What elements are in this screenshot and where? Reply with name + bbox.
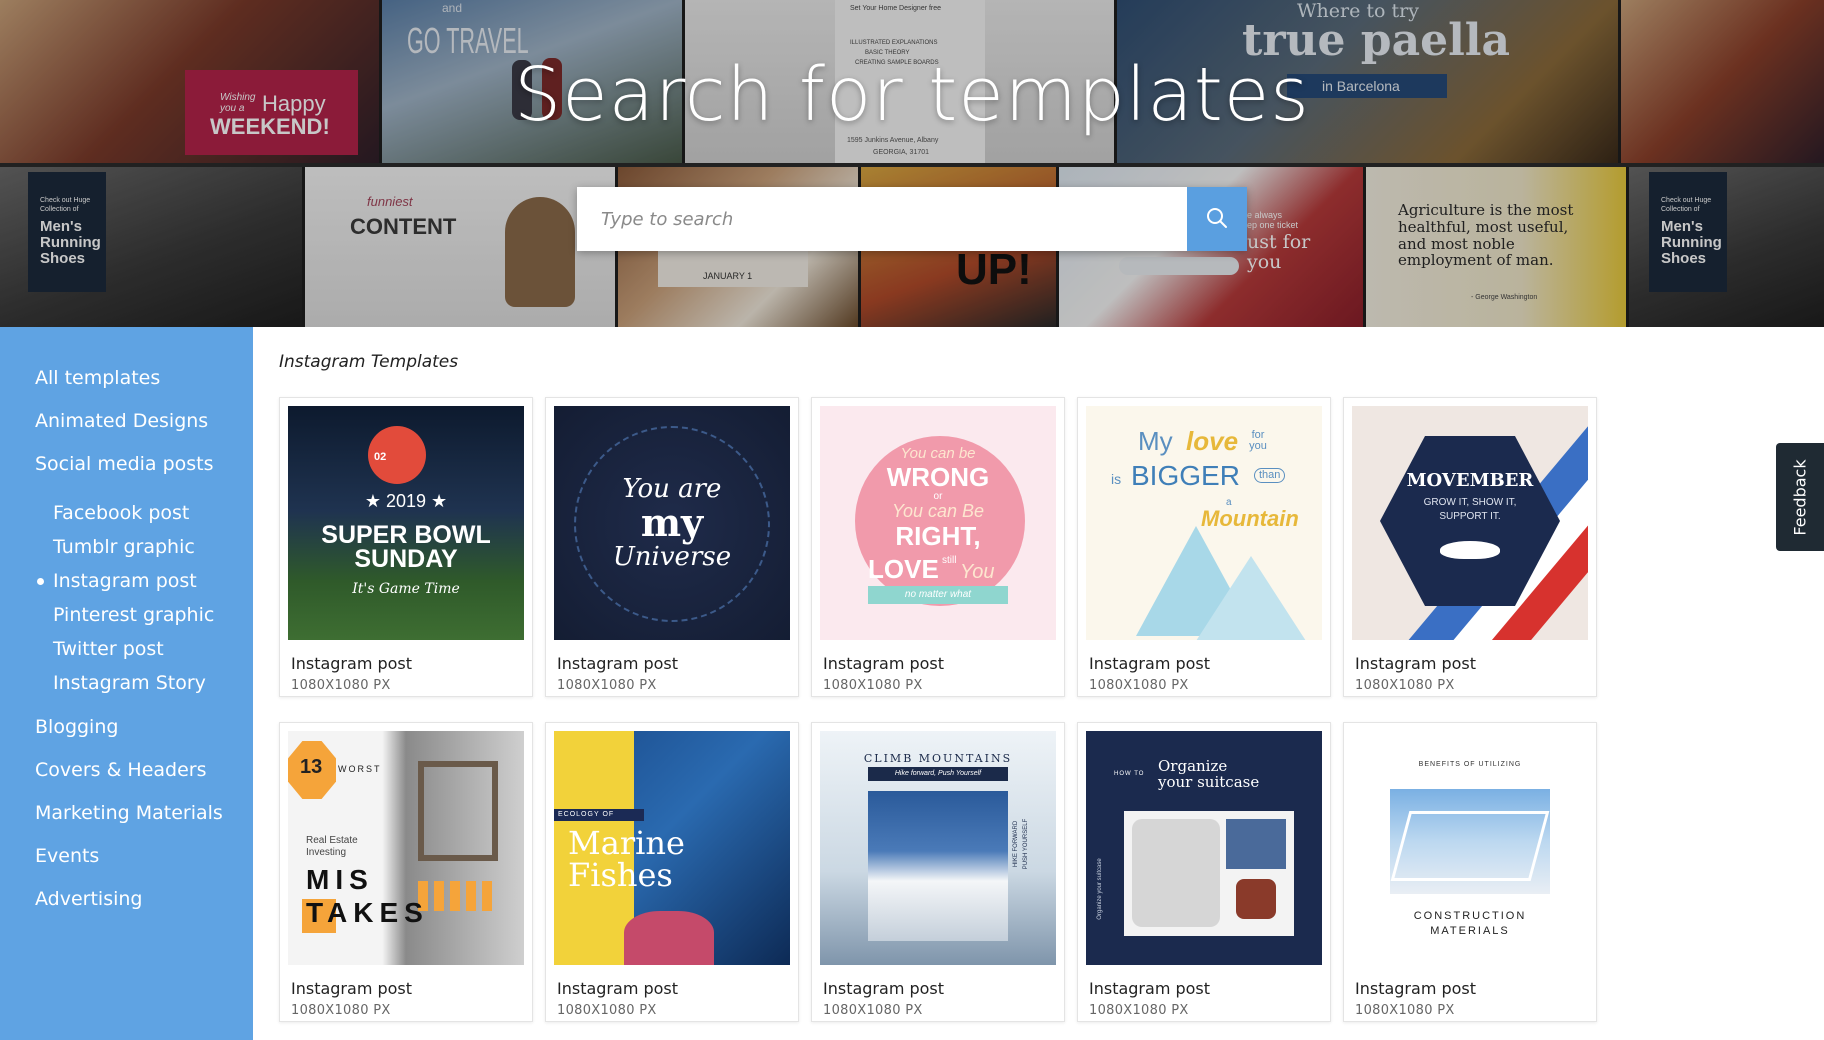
sidebar-subitem-twitter-post[interactable]: Twitter post: [0, 632, 253, 666]
mustache-icon: [1440, 541, 1500, 559]
sidebar-item-advertising[interactable]: Advertising: [0, 878, 253, 921]
template-card[interactable]: You can be WRONG or You can Be RIGHT, LO…: [811, 397, 1065, 697]
category-sidebar: All templates Animated Designs Social me…: [0, 327, 253, 1040]
sidebar-item-all-templates[interactable]: All templates: [0, 357, 253, 400]
template-gallery: Instagram Templates 02 ★ 2019 ★ SUPER BO…: [253, 327, 1824, 1040]
template-card-size: 1080X1080 PX: [823, 1003, 923, 1018]
sidebar-item-social-media-posts[interactable]: Social media posts: [0, 443, 253, 486]
template-card[interactable]: ECOLOGY OF Marine Fishes Instagram post …: [545, 722, 799, 1022]
template-card[interactable]: MOVEMBER GROW IT, SHOW IT, SUPPORT IT. I…: [1343, 397, 1597, 697]
sidebar-subitem-instagram-story[interactable]: Instagram Story: [0, 666, 253, 700]
template-thumbnail: You can be WRONG or You can Be RIGHT, LO…: [820, 406, 1056, 640]
template-grid: 02 ★ 2019 ★ SUPER BOWL SUNDAY It's Game …: [279, 397, 1597, 1022]
template-thumbnail: HOW TO Organize your suitcase Organize y…: [1086, 731, 1322, 965]
template-thumbnail: BENEFITS OF UTILIZING CONSTRUCTION MATER…: [1352, 731, 1588, 965]
template-card-size: 1080X1080 PX: [1089, 678, 1189, 693]
template-thumbnail: 02 ★ 2019 ★ SUPER BOWL SUNDAY It's Game …: [288, 406, 524, 640]
template-thumbnail: MOVEMBER GROW IT, SHOW IT, SUPPORT IT.: [1352, 406, 1588, 640]
template-card-title: Instagram post: [823, 979, 945, 998]
template-thumbnail: CLIMB MOUNTAINS Hike forward, Push Yours…: [820, 731, 1056, 965]
template-card-size: 1080X1080 PX: [291, 1003, 391, 1018]
sidebar-item-animated-designs[interactable]: Animated Designs: [0, 400, 253, 443]
template-card-title: Instagram post: [291, 654, 413, 673]
template-thumbnail: My love for you is BIGGER than a Mountai…: [1086, 406, 1322, 640]
sidebar-item-blogging[interactable]: Blogging: [0, 706, 253, 749]
template-thumbnail: 13 WORST Real Estate Investing MIS TAKES: [288, 731, 524, 965]
feedback-label: Feedback: [1790, 458, 1810, 536]
sidebar-subitem-tumblr-graphic[interactable]: Tumblr graphic: [0, 530, 253, 564]
feedback-tab[interactable]: Feedback: [1776, 443, 1824, 551]
sidebar-submenu-social: Facebook post Tumblr graphic Instagram p…: [0, 486, 253, 706]
template-card[interactable]: 02 ★ 2019 ★ SUPER BOWL SUNDAY It's Game …: [279, 397, 533, 697]
template-card-size: 1080X1080 PX: [291, 678, 391, 693]
search-icon: [1205, 206, 1229, 233]
sidebar-subitem-facebook-post[interactable]: Facebook post: [0, 496, 253, 530]
template-card[interactable]: My love for you is BIGGER than a Mountai…: [1077, 397, 1331, 697]
template-card-title: Instagram post: [291, 979, 413, 998]
template-thumbnail: ECOLOGY OF Marine Fishes: [554, 731, 790, 965]
template-card-size: 1080X1080 PX: [1355, 1003, 1455, 1018]
sidebar-item-covers-headers[interactable]: Covers & Headers: [0, 749, 253, 792]
sidebar-subitem-instagram-post[interactable]: Instagram post: [0, 564, 253, 598]
template-card[interactable]: You are my Universe Instagram post 1080X…: [545, 397, 799, 697]
sidebar-item-events[interactable]: Events: [0, 835, 253, 878]
search-bar: [577, 187, 1247, 251]
template-thumbnail: You are my Universe: [554, 406, 790, 640]
template-card[interactable]: HOW TO Organize your suitcase Organize y…: [1077, 722, 1331, 1022]
template-card-title: Instagram post: [1089, 979, 1211, 998]
template-card-title: Instagram post: [1355, 979, 1477, 998]
template-card-title: Instagram post: [1089, 654, 1211, 673]
template-card-title: Instagram post: [823, 654, 945, 673]
template-card-title: Instagram post: [557, 654, 679, 673]
active-bullet-icon: [37, 578, 44, 585]
hero-banner: Wishing you a Happy WEEKEND! and GO TRAV…: [0, 0, 1824, 327]
search-button[interactable]: [1187, 187, 1247, 251]
template-card[interactable]: CLIMB MOUNTAINS Hike forward, Push Yours…: [811, 722, 1065, 1022]
hero-overlay: [0, 0, 1824, 327]
section-title: Instagram Templates: [279, 352, 459, 372]
template-card[interactable]: 13 WORST Real Estate Investing MIS TAKES…: [279, 722, 533, 1022]
template-card-title: Instagram post: [557, 979, 679, 998]
sidebar-item-marketing-materials[interactable]: Marketing Materials: [0, 792, 253, 835]
template-card-size: 1080X1080 PX: [557, 1003, 657, 1018]
template-card-size: 1080X1080 PX: [1355, 678, 1455, 693]
search-input[interactable]: [577, 187, 1187, 251]
template-card-title: Instagram post: [1355, 654, 1477, 673]
template-card-size: 1080X1080 PX: [557, 678, 657, 693]
template-card[interactable]: BENEFITS OF UTILIZING CONSTRUCTION MATER…: [1343, 722, 1597, 1022]
sidebar-subitem-pinterest-graphic[interactable]: Pinterest graphic: [0, 598, 253, 632]
template-card-size: 1080X1080 PX: [1089, 1003, 1189, 1018]
page-title: Search for templates: [514, 52, 1310, 138]
template-card-size: 1080X1080 PX: [823, 678, 923, 693]
